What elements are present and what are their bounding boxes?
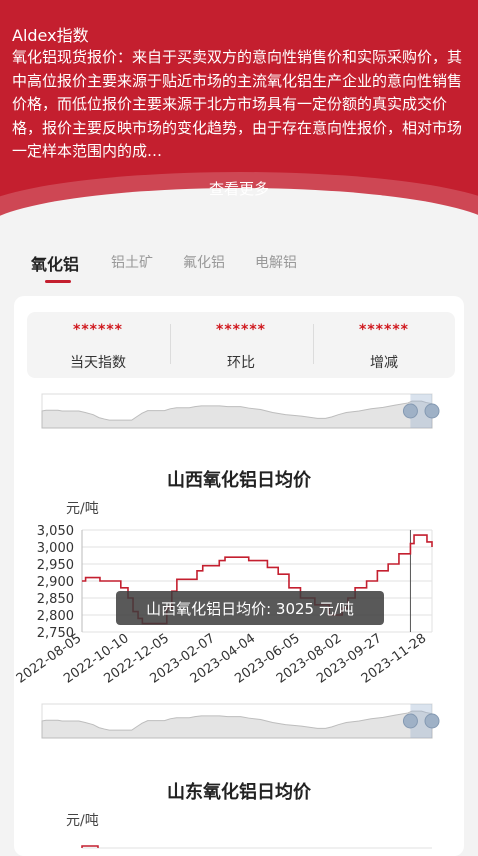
- slider-handle-right: [424, 403, 440, 419]
- stat-value: ******: [73, 322, 123, 338]
- y-tick-label: 2,800: [37, 609, 74, 624]
- tab-bauxite[interactable]: 铝土矿: [111, 252, 153, 272]
- slider-handle-left: [402, 403, 418, 419]
- chart-title-shandong: 山东氧化铝日均价: [167, 782, 311, 803]
- tab-electrolytic-aluminum[interactable]: 电解铝: [255, 252, 297, 272]
- range-slider-bottom[interactable]: [14, 698, 464, 748]
- category-tabs: 氧化铝 铝土矿 氟化铝 电解铝: [0, 240, 478, 286]
- y-unit-shandong: 元/吨: [66, 813, 99, 829]
- y-tick-label: 2,950: [37, 558, 74, 573]
- index-card: ****** 当天指数 ****** 环比 ****** 增减 山西氧化铝日均价…: [14, 296, 464, 856]
- view-more-button[interactable]: 查看更多: [0, 178, 478, 199]
- stat-label: 当天指数: [70, 355, 126, 371]
- slider-handle-right: [424, 713, 440, 729]
- y-tick-label: 2,850: [37, 592, 74, 607]
- header-title: Aldex指数: [12, 26, 89, 45]
- index-header: Aldex指数 氧化铝现货报价：来自于买卖双方的意向性销售价和实际采购价，其中高…: [0, 0, 478, 230]
- line-chart-shandong: [81, 845, 432, 849]
- tooltip-label: 山西氧化铝日均价: 3025 元/吨: [146, 600, 354, 618]
- stat-label: 环比: [227, 355, 255, 371]
- stat-change: ****** 增减: [313, 312, 455, 378]
- stats-panel: ****** 当天指数 ****** 环比 ****** 增减: [27, 312, 455, 378]
- stat-label: 增减: [370, 355, 398, 371]
- chart-title-shanxi: 山西氧化铝日均价: [167, 470, 311, 491]
- stat-value: ******: [216, 322, 266, 338]
- tab-alumina[interactable]: 氧化铝: [31, 251, 79, 275]
- y-tick-label: 3,000: [37, 541, 74, 556]
- y-tick-label: 3,050: [37, 524, 74, 539]
- active-tab-indicator: [45, 280, 71, 283]
- slider-handle-left: [402, 713, 418, 729]
- y-tick-label: 2,900: [37, 575, 74, 590]
- line-chart-shanxi[interactable]: 2,7502,8002,8502,9002,9503,0003,0502022-…: [14, 522, 464, 702]
- range-slider-top[interactable]: [14, 388, 464, 438]
- stat-value: ******: [359, 322, 409, 338]
- stat-ring-ratio: ****** 环比: [170, 312, 312, 378]
- stat-daily-index: ****** 当天指数: [27, 312, 169, 378]
- tab-aluminum-fluoride[interactable]: 氟化铝: [183, 252, 225, 272]
- y-unit-shanxi: 元/吨: [66, 501, 99, 517]
- tooltip: 山西氧化铝日均价: 3025 元/吨: [116, 591, 384, 625]
- header-description: 氧化铝现货报价：来自于买卖双方的意向性销售价和实际采购价，其中高位报价主要来源于…: [12, 48, 463, 160]
